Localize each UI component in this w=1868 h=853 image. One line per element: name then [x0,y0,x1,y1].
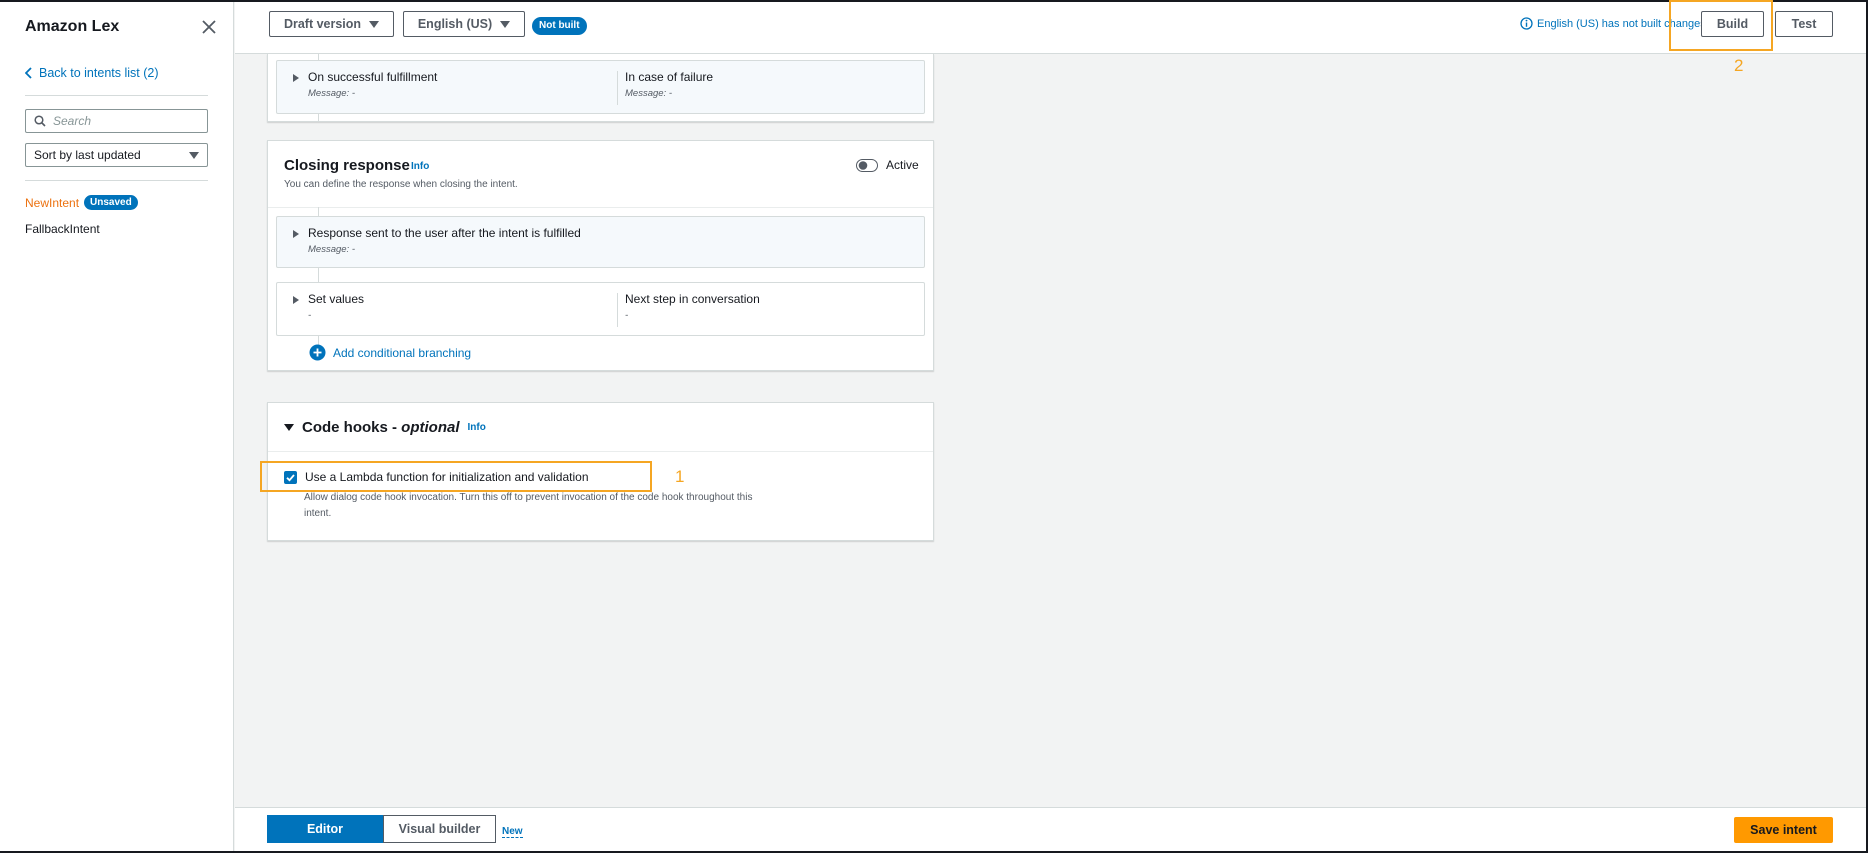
sort-select[interactable]: Sort by last updated [25,143,208,167]
lambda-checkbox-label: Use a Lambda function for initialization… [305,470,589,484]
intent-name: NewIntent [25,195,80,210]
annotation-number-1: 1 [675,467,685,486]
closing-response-title: Closing response [284,157,410,174]
save-intent-button[interactable]: Save intent [1734,817,1833,843]
search-placeholder: Search [53,114,92,128]
failure-message: Message: - [625,88,672,99]
set-values-panel[interactable]: Set values - Next step in conversation - [276,282,925,336]
toggle-switch [856,158,878,172]
code-hooks-title-optional: optional [401,419,460,436]
info-icon [1520,17,1533,30]
test-button[interactable]: Test [1775,11,1833,37]
column-divider [617,293,618,327]
sidebar-title: Amazon Lex [25,18,120,35]
failure-label: In case of failure [625,70,714,84]
code-hooks-title: Code hooks - [302,419,402,436]
next-step-label: Next step in conversation [625,292,760,306]
build-notice-text: English (US) has not built changes. [1537,17,1709,30]
caret-right-icon [293,296,299,304]
closing-response-panel[interactable]: Response sent to the user after the inte… [276,216,925,268]
response-label: Response sent to the user after the inte… [308,226,581,240]
code-hooks-header[interactable]: Code hooks - optional Info [284,419,486,436]
chevron-left-icon [25,67,32,79]
column-divider [617,71,618,105]
sidebar: Amazon Lex Back to intents list (2) Sear… [0,2,234,851]
plus-circle-icon [309,344,326,361]
fulfillment-updates-panel[interactable]: On successful fulfillment Message: - In … [276,60,925,114]
intent-item-newintent[interactable]: NewIntent Unsaved [25,195,138,210]
set-values-label: Set values [308,292,365,306]
next-step-value: - [625,310,629,321]
add-conditional-branching-link[interactable]: Add conditional branching [309,344,471,361]
new-badge[interactable]: New [502,826,523,838]
lambda-help-text: Allow dialog code hook invocation. Turn … [304,492,753,519]
back-link-label: Back to intents list (2) [39,66,159,80]
divider [25,95,208,96]
success-label: On successful fulfillment [308,70,438,84]
caret-right-icon [293,230,299,238]
add-branching-label: Add conditional branching [333,345,472,360]
search-icon [34,115,46,127]
language-dropdown[interactable]: English (US) [403,11,525,37]
editor-tab[interactable]: Editor [267,815,383,843]
info-link[interactable]: Info [468,422,486,433]
toggle-label: Active [886,158,919,172]
build-button[interactable]: Build [1701,11,1764,37]
fulfillment-card: On successful fulfillment Message: - In … [267,54,934,122]
closing-response-description: You can define the response when closing… [284,179,518,190]
caret-down-icon [369,20,380,28]
set-values-value: - [308,310,312,321]
search-input[interactable]: Search [25,109,208,133]
version-label: Draft version [283,17,362,31]
close-icon[interactable] [200,18,218,36]
bottom-bar: Editor Visual builder New Save intent [235,807,1866,851]
back-to-intents-link[interactable]: Back to intents list (2) [25,66,159,80]
info-link[interactable]: Info [411,161,429,172]
visual-builder-tab[interactable]: Visual builder [383,815,496,843]
success-message: Message: - [308,88,355,99]
lambda-checkbox-row[interactable]: Use a Lambda function for initialization… [284,470,589,484]
code-hooks-card: Code hooks - optional Info Use a Lambda … [267,402,934,541]
caret-right-icon [293,74,299,82]
checkbox-checked[interactable] [284,470,297,484]
intent-item-fallbackintent[interactable]: FallbackIntent [25,222,100,236]
build-notice: English (US) has not built changes. [1520,17,1709,30]
annotation-number-2: 2 [1734,56,1744,75]
caret-down-icon [284,424,294,431]
divider [25,180,208,181]
top-toolbar: Draft version English (US) Not built Eng… [235,2,1866,54]
version-dropdown[interactable]: Draft version [269,11,394,37]
divider [268,207,933,208]
caret-down-icon [189,151,199,159]
sort-label: Sort by last updated [34,148,141,162]
response-message: Message: - [308,244,355,255]
unsaved-badge: Unsaved [84,195,138,210]
language-label: English (US) [417,17,493,31]
divider [268,451,933,452]
caret-down-icon [500,20,511,28]
closing-response-card: Closing response Info You can define the… [267,140,934,371]
active-toggle[interactable]: Active [856,158,919,172]
status-badge: Not built [532,17,587,35]
